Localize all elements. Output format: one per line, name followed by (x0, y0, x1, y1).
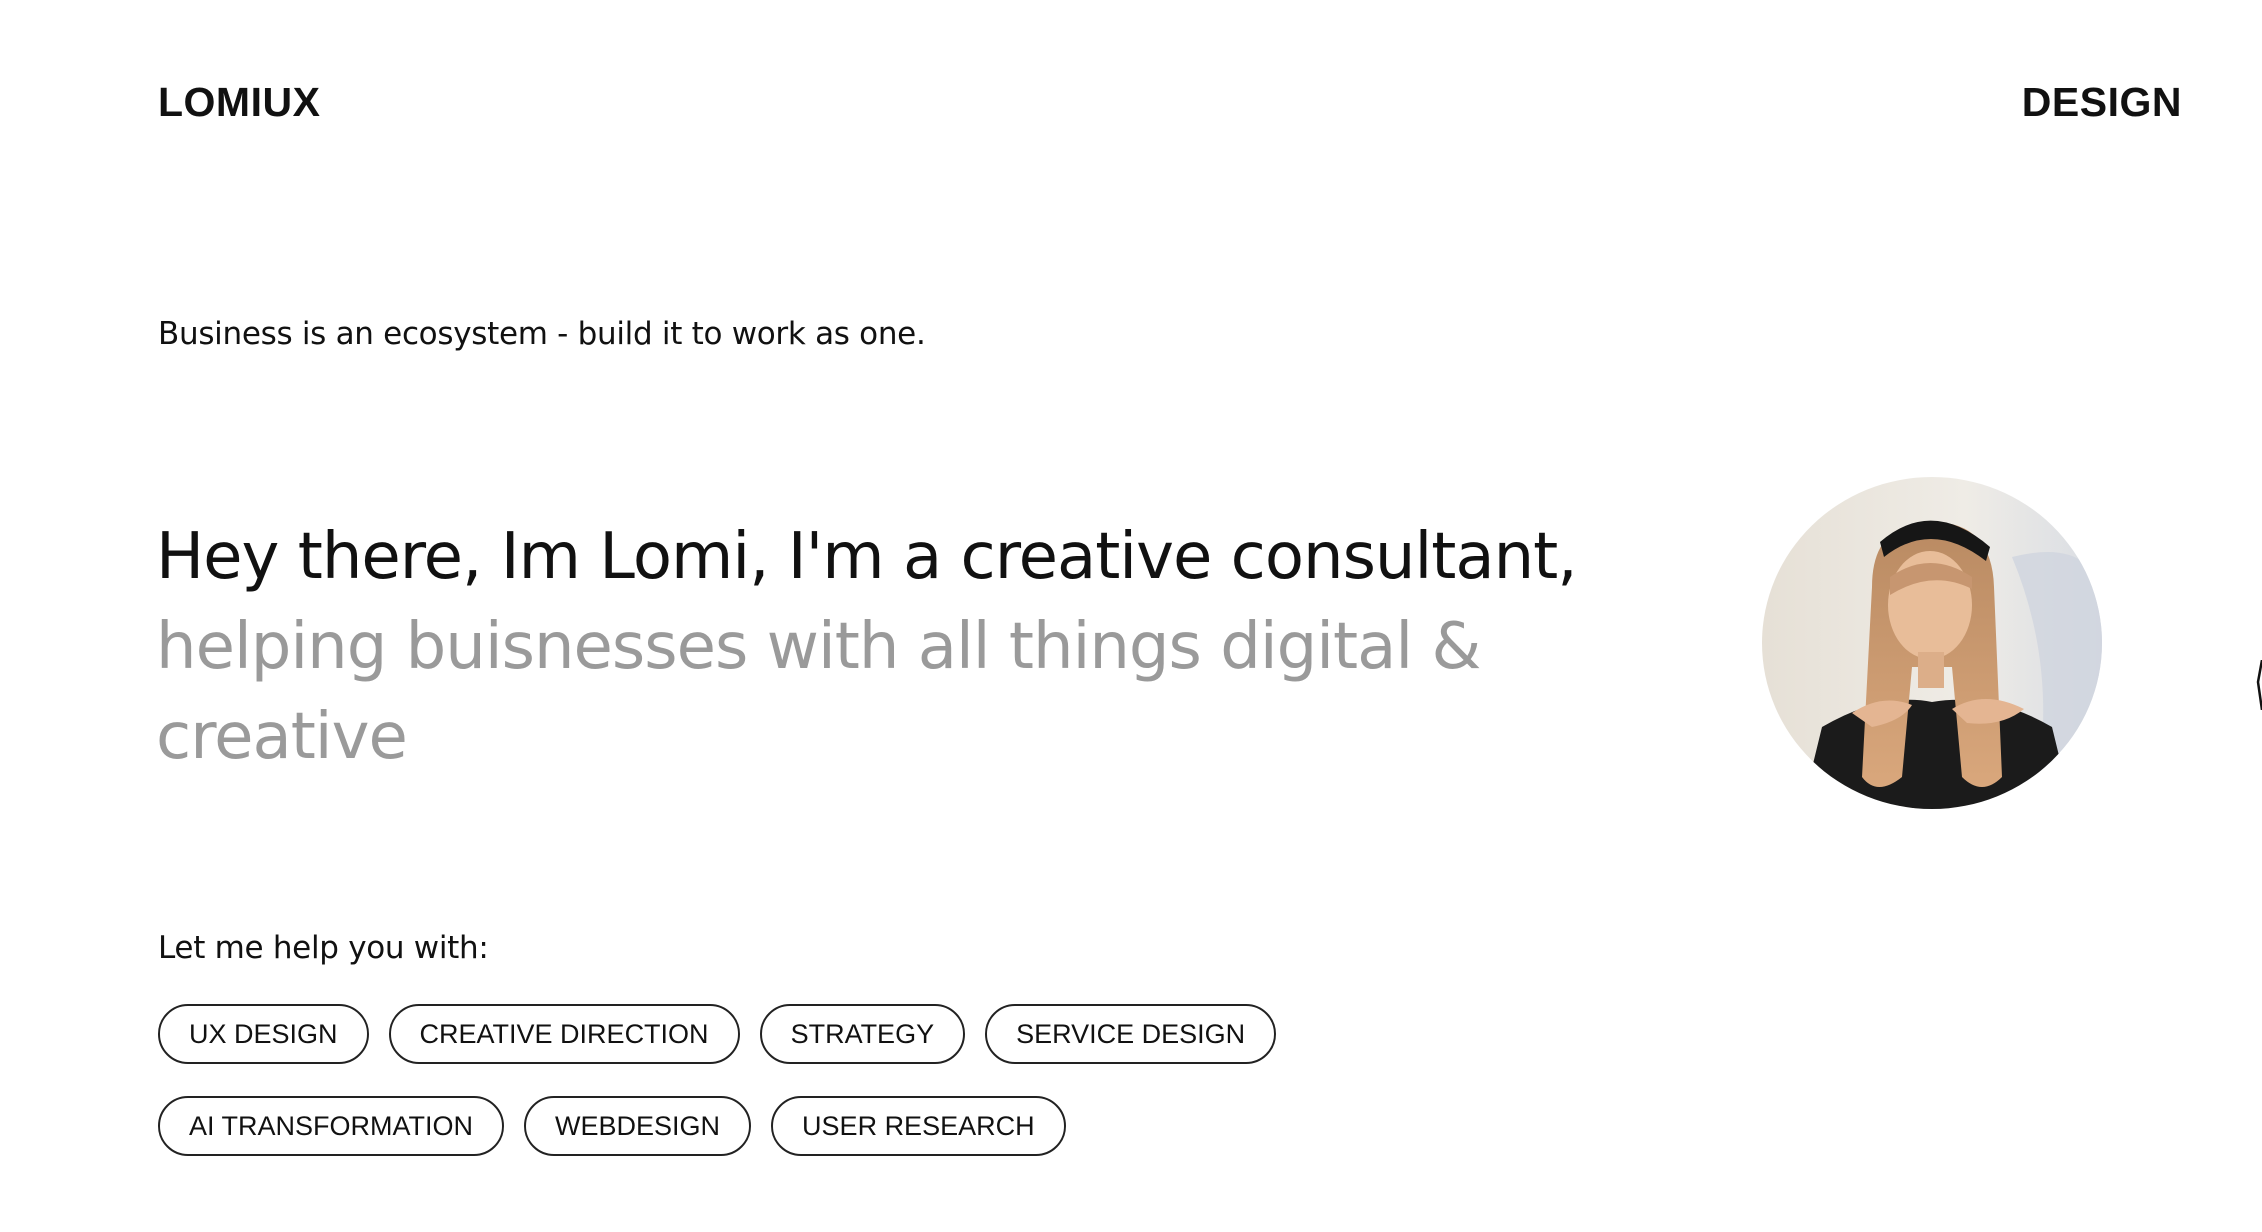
services-label: Let me help you with: (158, 930, 489, 966)
chip-ux-design[interactable]: UX DESIGN (158, 1004, 369, 1064)
logo-link[interactable]: LOMIUX (158, 82, 320, 123)
tagline: Business is an ecosystem - build it to w… (158, 316, 926, 352)
hero-heading: Hey there, Im Lomi, I'm a creative consu… (156, 512, 1676, 782)
chip-strategy[interactable]: STRATEGY (759, 1004, 966, 1064)
portrait-photo-icon (1762, 477, 2102, 809)
hero-line-services: helping buisnesses with all things digit… (156, 610, 1481, 774)
chip-user-research[interactable]: USER RESEARCH (771, 1096, 1066, 1156)
chip-service-design[interactable]: SERVICE DESIGN (985, 1004, 1277, 1064)
chip-webdesign[interactable]: WEBDESIGN (524, 1096, 752, 1156)
chip-ai-transformation[interactable]: AI TRANSFORMATION (158, 1096, 505, 1156)
edge-fragment-icon (2256, 660, 2262, 710)
avatar (1762, 477, 2102, 809)
nav-link-design[interactable]: DESIGN (2022, 82, 2182, 123)
chip-creative-direction[interactable]: CREATIVE DIRECTION (388, 1004, 740, 1064)
services-row-2: AI TRANSFORMATION WEBDESIGN USER RESEARC… (158, 1096, 1066, 1156)
hero-line-intro: Hey there, Im Lomi, I'm a creative consu… (156, 520, 1578, 594)
services-row-1: UX DESIGN CREATIVE DIRECTION STRATEGY SE… (158, 1004, 1277, 1064)
